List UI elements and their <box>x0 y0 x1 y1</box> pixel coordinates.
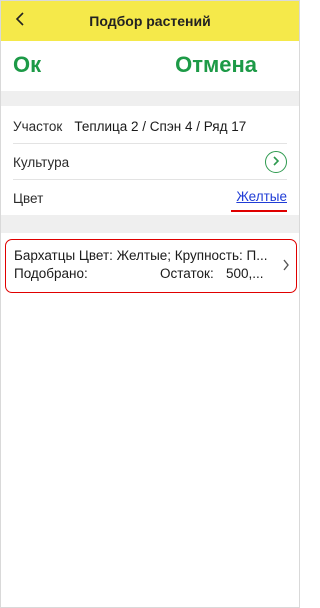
culture-label: Культура <box>13 154 70 170</box>
plot-label: Участок <box>13 118 63 134</box>
culture-select-button[interactable] <box>265 151 287 173</box>
remain-label: Остаток: <box>160 266 214 281</box>
chevron-right-icon <box>280 258 292 272</box>
picked-label: Подобрано: <box>14 266 88 281</box>
action-bar: Ок Отмена <box>1 41 299 89</box>
remain-value: 500,... <box>226 266 264 281</box>
item-title: Бархатцы Цвет: Желтые; Крупность: П... <box>14 248 268 263</box>
page-title: Подбор растений <box>89 13 211 29</box>
cancel-button[interactable]: Отмена <box>175 52 257 78</box>
color-label: Цвет <box>13 190 44 206</box>
ok-button[interactable]: Ок <box>13 52 41 78</box>
plot-field[interactable]: Участок Теплица 2 / Спэн 4 / Ряд 17 <box>1 108 299 144</box>
header-bar: Подбор растений <box>1 1 299 41</box>
app-window: Подбор растений Ок Отмена Участок Теплиц… <box>0 0 300 608</box>
color-field[interactable]: Цвет Желтые <box>1 180 299 216</box>
item-details: Подобрано: Остаток: 500,... <box>14 266 276 283</box>
culture-field[interactable]: Культура <box>1 144 299 180</box>
plot-value: Теплица 2 / Спэн 4 / Ряд 17 <box>74 118 247 134</box>
section-divider <box>1 215 299 233</box>
back-button[interactable] <box>7 7 35 35</box>
chevron-left-icon <box>14 11 28 32</box>
circle-chevron-right-icon <box>271 155 281 170</box>
list-item[interactable]: Бархатцы Цвет: Желтые; Крупность: П... П… <box>5 239 297 293</box>
section-divider <box>1 91 299 106</box>
color-value-link[interactable]: Желтые <box>236 189 287 204</box>
highlight-underline <box>231 210 287 212</box>
